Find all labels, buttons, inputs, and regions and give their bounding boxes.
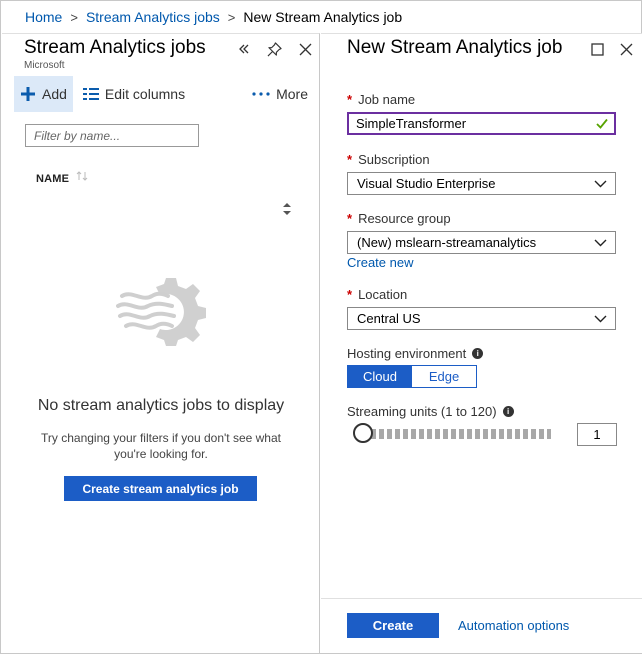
- chevron-down-icon: [594, 312, 607, 328]
- slider-track: [363, 429, 551, 439]
- resource-group-label-text: Resource group: [358, 211, 451, 226]
- more-icon: [252, 92, 270, 96]
- hosting-environment-label-text: Hosting environment: [347, 346, 467, 361]
- new-job-blade: New Stream Analytics job * Job name Simp…: [321, 33, 642, 653]
- breadcrumb-home-link[interactable]: Home: [25, 9, 62, 25]
- required-marker: *: [347, 92, 353, 107]
- breadcrumb: Home > Stream Analytics jobs > New Strea…: [1, 1, 641, 33]
- edit-columns-button[interactable]: Edit columns: [77, 76, 191, 112]
- chevron-down-icon: [594, 236, 607, 252]
- job-name-value: SimpleTransformer: [356, 116, 467, 131]
- create-stream-analytics-job-button[interactable]: Create stream analytics job: [64, 476, 257, 501]
- location-label-text: Location: [358, 287, 408, 302]
- job-name-input[interactable]: SimpleTransformer: [347, 112, 616, 135]
- slider-thumb[interactable]: [353, 423, 373, 443]
- info-icon[interactable]: i: [472, 348, 484, 359]
- more-label: More: [276, 86, 308, 102]
- hosting-option-edge[interactable]: Edge: [412, 366, 476, 387]
- streaming-units-slider[interactable]: [353, 423, 561, 445]
- create-new-resource-group-link[interactable]: Create new: [347, 255, 413, 270]
- add-button[interactable]: Add: [14, 76, 73, 112]
- subscription-label: * Subscription: [347, 152, 430, 167]
- maximize-icon[interactable]: [586, 38, 608, 60]
- blade-toolbar: Add Edit columns More: [14, 76, 314, 112]
- info-icon[interactable]: i: [502, 406, 514, 417]
- job-name-label-text: Job name: [358, 92, 416, 107]
- chevron-down-icon: [594, 177, 607, 193]
- blade-title: Stream Analytics jobs: [24, 37, 206, 58]
- location-label: * Location: [347, 287, 407, 302]
- subscription-value: Visual Studio Enterprise: [357, 176, 496, 191]
- hosting-option-cloud[interactable]: Cloud: [348, 366, 412, 387]
- job-name-label: * Job name: [347, 92, 415, 107]
- plus-icon: [20, 86, 36, 102]
- stream-analytics-gear-icon: [116, 274, 206, 346]
- empty-state-hint: Try changing your filters if you don't s…: [41, 431, 281, 461]
- hosting-environment-toggle: Cloud Edge: [347, 365, 477, 388]
- edit-columns-icon: [82, 88, 99, 100]
- more-button[interactable]: More: [246, 76, 314, 112]
- hosting-environment-label: Hosting environment i: [347, 346, 484, 361]
- required-marker: *: [347, 287, 353, 302]
- checkmark-icon: [596, 117, 608, 132]
- sort-icon[interactable]: [76, 170, 88, 185]
- automation-options-link[interactable]: Automation options: [458, 618, 569, 633]
- breadcrumb-jobs-link[interactable]: Stream Analytics jobs: [86, 9, 220, 25]
- portal-window: Home > Stream Analytics jobs > New Strea…: [0, 0, 642, 654]
- streaming-units-label-text: Streaming units (1 to 120): [347, 404, 497, 419]
- location-select[interactable]: Central US: [347, 307, 616, 330]
- resource-group-label: * Resource group: [347, 211, 451, 226]
- pin-icon[interactable]: [263, 38, 285, 60]
- blade-subtitle: Microsoft: [24, 60, 65, 71]
- required-marker: *: [347, 152, 353, 167]
- blade-title: New Stream Analytics job: [347, 37, 563, 58]
- create-button[interactable]: Create: [347, 613, 439, 638]
- footer-divider: [321, 598, 642, 599]
- edit-columns-label: Edit columns: [104, 86, 186, 102]
- resource-group-select[interactable]: (New) mslearn-streamanalytics: [347, 231, 616, 254]
- breadcrumb-separator-icon: >: [70, 9, 78, 25]
- required-marker: *: [347, 211, 353, 226]
- jobs-list-blade: Stream Analytics jobs Microsoft Add Edit…: [2, 33, 320, 653]
- scroll-arrows-icon[interactable]: [279, 199, 295, 219]
- name-column-header[interactable]: NAME: [36, 173, 69, 185]
- streaming-units-label: Streaming units (1 to 120) i: [347, 404, 514, 419]
- subscription-select[interactable]: Visual Studio Enterprise: [347, 172, 616, 195]
- resource-group-value: (New) mslearn-streamanalytics: [357, 235, 537, 250]
- breadcrumb-separator-icon: >: [227, 9, 236, 25]
- subscription-label-text: Subscription: [358, 152, 430, 167]
- add-button-label: Add: [42, 86, 67, 102]
- location-value: Central US: [357, 311, 421, 326]
- streaming-units-input[interactable]: 1: [577, 423, 617, 446]
- close-icon[interactable]: [294, 38, 316, 60]
- empty-state-title: No stream analytics jobs to display: [37, 397, 285, 414]
- filter-input[interactable]: [25, 124, 199, 147]
- close-icon[interactable]: [615, 38, 637, 60]
- breadcrumb-current: New Stream Analytics job: [243, 9, 403, 25]
- collapse-icon[interactable]: [233, 38, 255, 60]
